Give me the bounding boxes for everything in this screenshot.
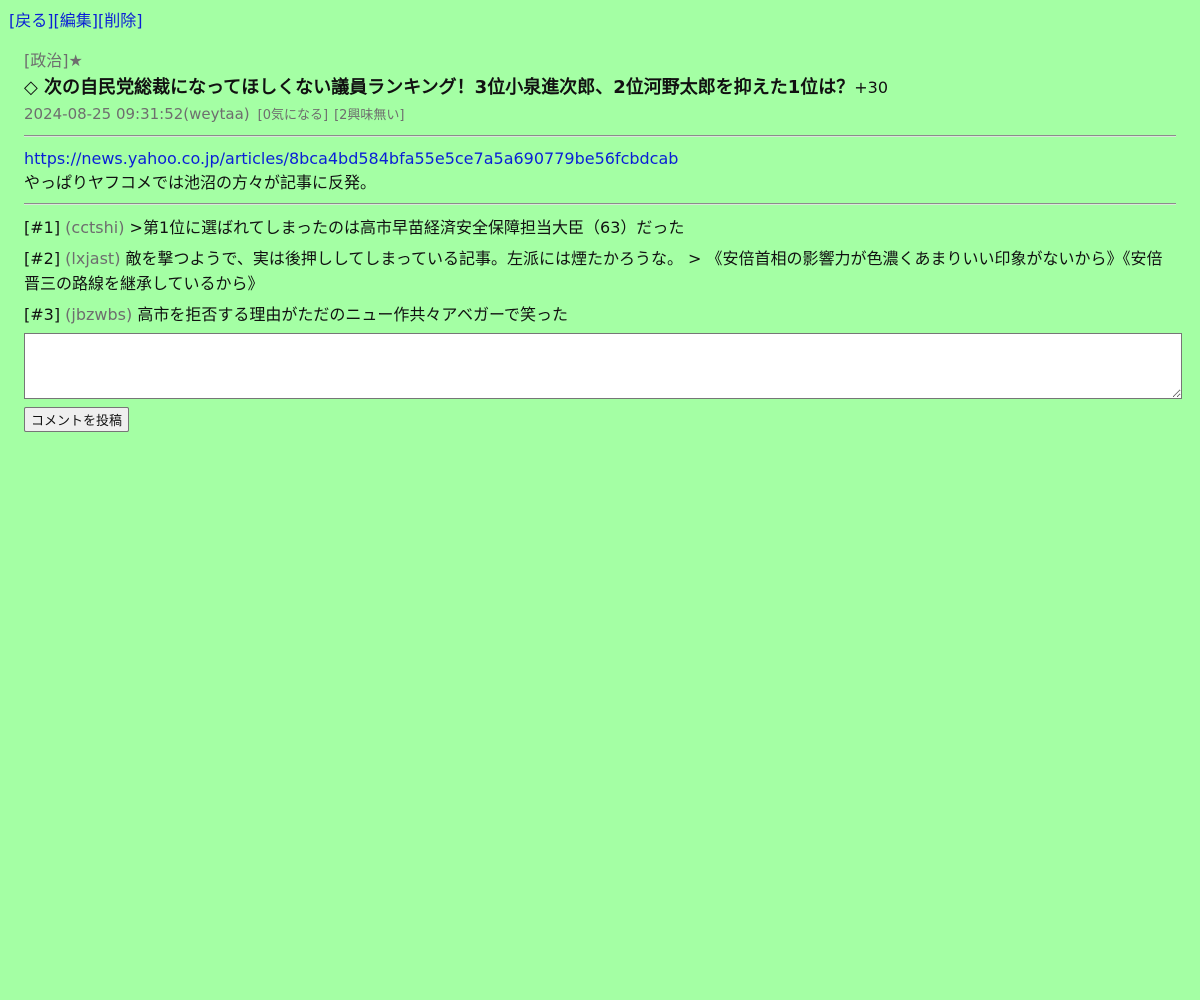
comment-textarea[interactable] <box>24 333 1182 399</box>
back-link[interactable]: [戻る] <box>9 11 54 30</box>
post-link-row: https://news.yahoo.co.jp/articles/8bca4b… <box>24 147 1176 171</box>
divider-top <box>24 135 1176 137</box>
divider-bottom <box>24 203 1176 205</box>
comment-number: [#2] <box>24 249 61 268</box>
post-datetime-user: 2024-08-25 09:31:52(weytaa) <box>24 105 250 123</box>
comment-text: 高市を拒否する理由がただのニュー作共々アベガーで笑った <box>137 305 569 324</box>
comment-user: (cctshi) <box>65 218 125 237</box>
edit-link[interactable]: [編集] <box>54 11 99 30</box>
article-url-link[interactable]: https://news.yahoo.co.jp/articles/8bca4b… <box>24 149 678 168</box>
post-score: +30 <box>854 78 889 97</box>
post-title: ◇ 次の自民党総裁になってほしくない議員ランキング！3位小泉進次郎、2位河野太郎… <box>24 77 855 98</box>
post-description: やっぱりヤフコメでは池沼の方々が記事に反発。 <box>24 173 377 192</box>
top-nav: [戻る][編集][削除] <box>9 9 143 33</box>
vote-not-interested-link[interactable]: [2興味無い] <box>334 108 404 123</box>
comment-item: [#1] (cctshi) >第1位に選ばれてしまったのは高市早苗経済安全保障担… <box>24 215 1176 240</box>
comment-number: [#3] <box>24 305 61 324</box>
post-comment-button[interactable]: コメントを投稿 <box>24 407 130 432</box>
post-category: [政治]★ <box>24 51 83 70</box>
comment-user: (jbzwbs) <box>65 305 133 324</box>
delete-link[interactable]: [削除] <box>98 11 143 30</box>
comment-text: 敵を撃つようで、実は後押ししてしまっている記事。左派には煙たかろうな。 > 《安… <box>24 249 1163 293</box>
comment-item: [#3] (jbzwbs) 高市を拒否する理由がただのニュー作共々アベガーで笑っ… <box>24 302 1176 327</box>
comment-list: [#1] (cctshi) >第1位に選ばれてしまったのは高市早苗経済安全保障担… <box>24 215 1176 327</box>
post-content: [政治]★ ◇ 次の自民党総裁になってほしくない議員ランキング！3位小泉進次郎、… <box>24 49 1182 432</box>
post-title-row: ◇ 次の自民党総裁になってほしくない議員ランキング！3位小泉進次郎、2位河野太郎… <box>24 74 1176 102</box>
comment-item: [#2] (lxjast) 敵を撃つようで、実は後押ししてしまっている記事。左派… <box>24 246 1176 296</box>
post-meta: 2024-08-25 09:31:52(weytaa) [0気になる] [2興味無い… <box>24 103 1176 127</box>
comment-text: >第1位に選ばれてしまったのは高市早苗経済安全保障担当大臣（63）だった <box>129 218 685 237</box>
comment-number: [#1] <box>24 218 61 237</box>
comment-user: (lxjast) <box>65 249 121 268</box>
vote-interested-link[interactable]: [0気になる] <box>258 108 328 123</box>
